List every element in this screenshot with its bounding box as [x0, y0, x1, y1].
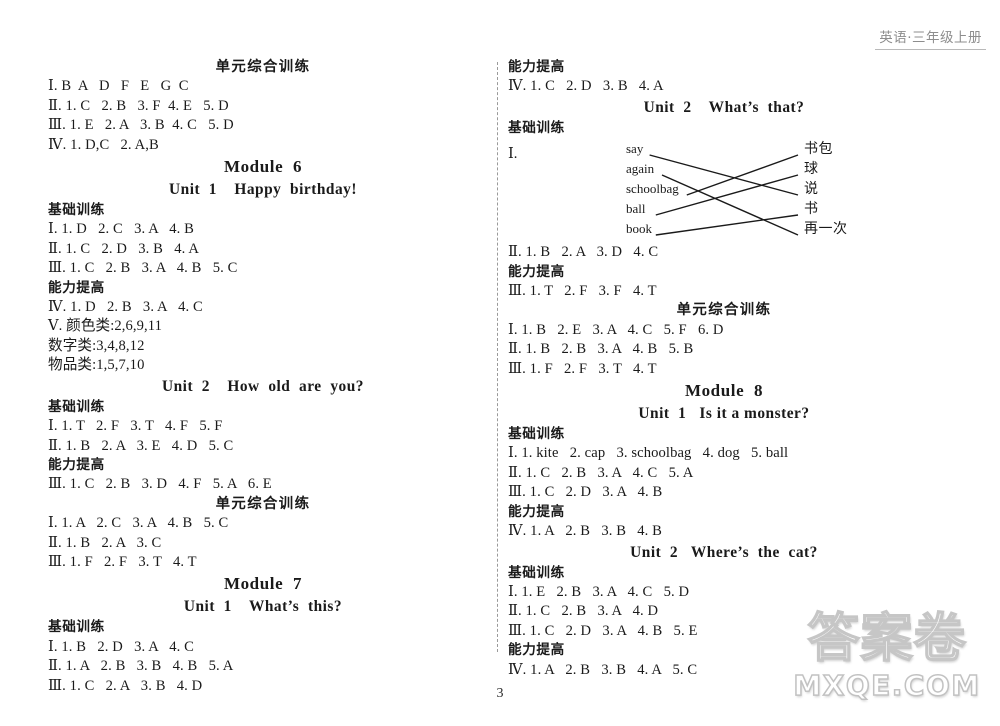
- answer-line-1: Ⅳ. 1. C 2. D 3. B 4. A: [508, 78, 664, 95]
- answer-line-20: 能力提高: [48, 456, 105, 473]
- left-column: 单元综合训练 Ⅰ. B A D F E G C Ⅱ. 1. C 2. B 3. F …: [48, 58, 478, 696]
- answer-line-30: Ⅱ. 1. A 2. B 3. B 4. B 5. A: [48, 658, 234, 675]
- answer-line-4: Ⅰ. 1. B 2. E 3. A 4. C 5. F 6. D: [508, 321, 724, 338]
- answer-line-5: Module 6: [223, 157, 303, 177]
- answer-line-4: Ⅳ. 1. D,C 2. A,B: [48, 136, 159, 153]
- answer-line-14: Ⅳ. 1. A 2. B 3. B 4. B: [508, 523, 663, 540]
- answer-line-3: 基础训练: [508, 119, 565, 136]
- answer-line-27: Unit 1 What’s this?: [183, 598, 343, 616]
- answer-key-page: 英语·三年级上册 单元综合训练 Ⅰ. B A D F E G C Ⅱ. 1. C 2…: [0, 0, 1000, 726]
- matching-left-word-4: book: [626, 221, 652, 237]
- answer-line-11: Ⅱ. 1. C 2. B 3. A 4. C 5. A: [508, 464, 694, 481]
- answer-line-7: Module 8: [684, 381, 764, 401]
- answer-line-18: Ⅰ. 1. T 2. F 3. T 4. F 5. F: [48, 418, 223, 435]
- matching-left-word-2: schoolbag: [626, 181, 679, 197]
- answer-line-29: Ⅰ. 1. B 2. D 3. A 4. C: [48, 638, 195, 655]
- matching-left-word-1: again: [626, 161, 655, 177]
- answer-line-12: Ⅲ. 1. C 2. D 3. A 4. B: [508, 484, 663, 501]
- matching-right-word-4: 再一次: [804, 221, 848, 238]
- matching-left-words: say again schoolbag ball book: [626, 139, 722, 239]
- running-header-text: 英语·三年级上册: [875, 26, 986, 50]
- answer-line-19: Ⅱ. 1. B 2. A 3. E 4. D 5. C: [48, 437, 234, 454]
- answer-line-12: Ⅳ. 1. D 2. B 3. A 4. C: [48, 299, 203, 316]
- answer-line-22: 单元综合训练: [215, 495, 311, 512]
- answer-line-6: Unit 1 Happy birthday!: [169, 181, 357, 199]
- matching-right-word-0: 书包: [804, 141, 833, 158]
- answer-line-21: Ⅳ. 1. A 2. B 3. B 4. A 5. C: [508, 661, 698, 678]
- answer-line-9: Ⅱ. 1. C 2. D 3. B 4. A: [48, 240, 199, 257]
- answer-line-1: 能力提高: [508, 263, 565, 280]
- column-divider: [497, 62, 498, 652]
- answer-line-15: Unit 2 Where’s the cat?: [630, 543, 818, 561]
- answer-line-16: Unit 2 How old are you?: [162, 377, 364, 395]
- answer-line-10: Ⅲ. 1. C 2. B 3. A 4. B 5. C: [48, 260, 238, 277]
- answer-line-14: 数字类:3,4,8,12: [48, 337, 145, 354]
- right-column-bottom: Ⅱ. 1. B 2. A 3. D 4. C 能力提高 Ⅲ. 1. T 2. F 3…: [508, 243, 940, 680]
- matching-right-word-3: 书: [804, 201, 819, 218]
- answer-line-10: Ⅰ. 1. kite 2. cap 3. schoolbag 4. dog 5.…: [508, 445, 789, 462]
- answer-line-0: Ⅱ. 1. B 2. A 3. D 4. C: [508, 244, 659, 261]
- answer-line-19: Ⅲ. 1. C 2. D 3. A 4. B 5. E: [508, 622, 698, 639]
- answer-line-17: Ⅰ. 1. E 2. B 3. A 4. C 5. D: [508, 583, 690, 600]
- answer-line-25: Ⅲ. 1. F 2. F 3. T 4. T: [48, 553, 197, 570]
- answer-line-8: Ⅰ. 1. D 2. C 3. A 4. B: [48, 221, 195, 238]
- answer-line-7: 基础训练: [48, 202, 105, 219]
- answer-line-9: 基础训练: [508, 426, 565, 443]
- running-header: 英语·三年级上册: [875, 26, 986, 50]
- answer-line-13: 能力提高: [508, 503, 565, 520]
- answer-line-8: Unit 1 Is it a monster?: [638, 405, 810, 423]
- answer-line-0: 能力提高: [508, 59, 565, 75]
- matching-left-word-3: ball: [626, 201, 646, 217]
- answer-line-17: 基础训练: [48, 398, 105, 415]
- matching-right-word-1: 球: [804, 161, 819, 178]
- matching-exercise: Ⅰ. say again schoolbag ball book 书包球说书再一次: [508, 139, 940, 243]
- answer-line-16: 基础训练: [508, 564, 565, 581]
- answer-line-1: Ⅰ. B A D F E G C: [48, 78, 189, 95]
- answer-line-20: 能力提高: [508, 642, 565, 659]
- answer-line-15: 物品类:1,5,7,10: [48, 357, 145, 374]
- matching-right-words: 书包球说书再一次: [804, 139, 900, 239]
- answer-line-2: Ⅲ. 1. T 2. F 3. F 4. T: [508, 283, 657, 300]
- answer-line-13: Ⅴ. 颜色类:2,6,9,11: [48, 318, 163, 335]
- answer-line-5: Ⅱ. 1. B 2. B 3. A 4. B 5. B: [508, 341, 694, 358]
- answer-line-2: Ⅱ. 1. C 2. B 3. F 4. E 5. D: [48, 97, 229, 114]
- matching-right-word-2: 说: [804, 181, 819, 198]
- answer-line-24: Ⅱ. 1. B 2. A 3. C: [48, 534, 162, 551]
- answer-line-23: Ⅰ. 1. A 2. C 3. A 4. B 5. C: [48, 515, 229, 532]
- answer-line-0: 单元综合训练: [215, 59, 311, 75]
- answer-line-3: Ⅲ. 1. E 2. A 3. B 4. C 5. D: [48, 117, 234, 134]
- answer-line-18: Ⅱ. 1. C 2. B 3. A 4. D: [508, 603, 659, 620]
- right-column: 能力提高 Ⅳ. 1. C 2. D 3. B 4. A Unit 2 What’s …: [508, 58, 940, 680]
- right-column-top: 能力提高 Ⅳ. 1. C 2. D 3. B 4. A Unit 2 What’s …: [508, 58, 940, 138]
- matching-left-word-0: say: [626, 141, 644, 157]
- answer-line-3: 单元综合训练: [676, 302, 772, 319]
- answer-line-6: Ⅲ. 1. F 2. F 3. T 4. T: [508, 360, 657, 377]
- page-number: 3: [496, 686, 504, 701]
- answer-line-28: 基础训练: [48, 619, 105, 636]
- answer-line-21: Ⅲ. 1. C 2. B 3. D 4. F 5. A 6. E: [48, 476, 272, 493]
- answer-line-2: Unit 2 What’s that?: [643, 98, 805, 116]
- answer-line-26: Module 7: [223, 574, 303, 594]
- answer-line-11: 能力提高: [48, 279, 105, 296]
